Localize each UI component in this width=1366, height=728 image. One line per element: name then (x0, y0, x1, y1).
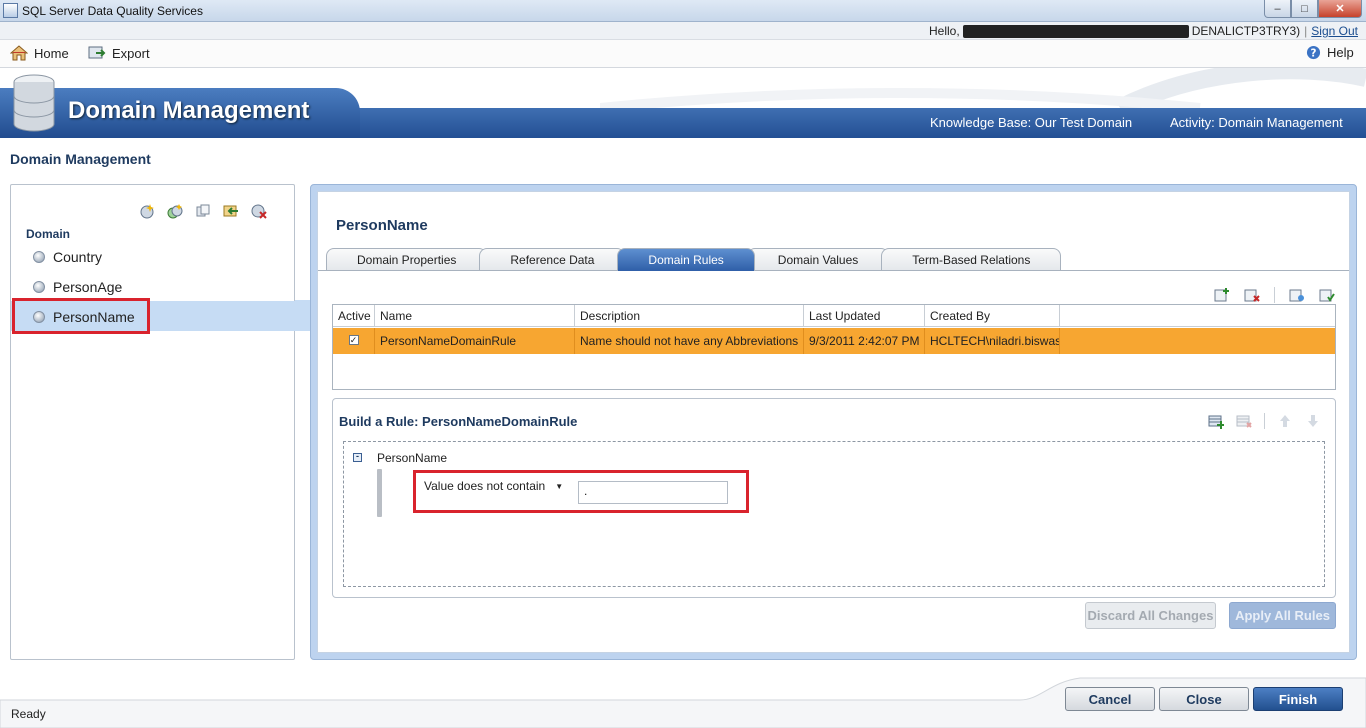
banner-decoration (600, 68, 1366, 108)
active-cell: ✓ (333, 328, 375, 354)
minimize-button[interactable]: – (1264, 0, 1291, 18)
tab-domain-rules[interactable]: Domain Rules (617, 248, 755, 271)
help-button[interactable]: ? Help (1306, 45, 1354, 60)
add-condition-icon[interactable] (1208, 413, 1224, 429)
domain-tools (139, 203, 267, 219)
column-header-last-updated[interactable]: Last Updated (804, 305, 925, 327)
rule-name-cell: PersonNameDomainRule (375, 328, 575, 354)
home-icon (10, 45, 28, 61)
domain-item-personage[interactable]: PersonAge (33, 276, 122, 298)
delete-domain-icon[interactable] (251, 203, 267, 219)
domain-item-label: PersonAge (53, 279, 123, 295)
page-title: Domain Management (10, 151, 151, 167)
export-button[interactable]: Export (88, 45, 150, 61)
svg-text:?: ? (1311, 47, 1317, 59)
main-toolbar: Home Export ? Help (0, 40, 1366, 68)
rule-last-updated-cell: 9/3/2011 2:42:07 PM (804, 328, 925, 354)
tab-domain-values[interactable]: Domain Values (746, 248, 890, 271)
domain-item-country[interactable]: Country (33, 246, 102, 268)
selection-callout (12, 298, 150, 334)
collapse-icon[interactable]: - (353, 452, 362, 462)
column-header-name[interactable]: Name (375, 305, 575, 327)
help-label: Help (1327, 45, 1354, 60)
domain-detail-pane: PersonName Domain Properties Reference D… (310, 184, 1357, 660)
domain-title: PersonName (336, 217, 428, 234)
rule-builder-tools (1208, 413, 1321, 429)
move-down-icon[interactable] (1305, 413, 1321, 429)
test-rule-icon[interactable] (1319, 287, 1335, 303)
rule-builder: Build a Rule: PersonNameDomainRule - Per… (332, 398, 1336, 598)
home-label: Home (34, 45, 69, 61)
separator: | (1304, 24, 1308, 38)
import-domain-icon[interactable] (223, 203, 239, 219)
duplicate-domain-icon[interactable] (195, 203, 211, 219)
column-header-description[interactable]: Description (575, 305, 804, 327)
help-icon: ? (1306, 45, 1321, 59)
add-rule-icon[interactable] (1214, 287, 1230, 303)
activity-banner: Domain Management Knowledge Base: Our Te… (0, 68, 1366, 140)
maximize-button[interactable]: □ (1291, 0, 1318, 18)
discard-all-changes-button[interactable]: Discard All Changes (1085, 602, 1216, 629)
rule-builder-title: Build a Rule: PersonNameDomainRule (339, 414, 578, 429)
app-icon (3, 3, 18, 18)
remove-condition-icon[interactable] (1236, 413, 1252, 429)
domain-list-pane: Domain Country PersonAge PersonName (10, 184, 311, 660)
rules-grid: Active Name Description Last Updated Cre… (332, 304, 1336, 390)
close-window-button[interactable]: ✕ (1318, 0, 1362, 18)
create-domain-icon[interactable] (139, 203, 155, 219)
delete-rule-icon[interactable] (1244, 287, 1260, 303)
tab-term-based-relations[interactable]: Term-Based Relations (881, 248, 1062, 271)
home-button[interactable]: Home (10, 45, 69, 61)
domain-item-label: Country (53, 249, 103, 265)
condition-bar (377, 469, 382, 517)
detail-tabs: Domain Properties Reference Data Domain … (326, 248, 1062, 271)
status-bar: Ready (0, 700, 1366, 728)
export-label: Export (112, 45, 150, 61)
domain-icon (33, 251, 45, 263)
domain-detail-content: PersonName Domain Properties Reference D… (317, 191, 1350, 653)
window-titlebar: SQL Server Data Quality Services – □ ✕ (0, 0, 1366, 22)
window-controls: – □ ✕ (1264, 0, 1362, 18)
tool-separator (1264, 413, 1265, 429)
user-greeting: Hello, DENALICTP3TRY3) | Sign Out (929, 24, 1358, 38)
column-header-created-by[interactable]: Created By (925, 305, 1060, 327)
rule-node-label: PersonName (377, 451, 448, 465)
run-rule-icon[interactable] (1289, 287, 1305, 303)
tab-underline (318, 270, 1349, 271)
apply-all-rules-button[interactable]: Apply All Rules (1229, 602, 1336, 629)
active-checkbox[interactable]: ✓ (348, 335, 359, 345)
rule-created-by-cell: HCLTECH\niladri.biswas (925, 328, 1060, 354)
move-up-icon[interactable] (1277, 413, 1293, 429)
create-composite-domain-icon[interactable] (167, 203, 183, 219)
knowledge-base-label: Knowledge Base: Our Test Domain (930, 115, 1133, 130)
tab-reference-data[interactable]: Reference Data (479, 248, 626, 271)
condition-callout (413, 470, 749, 513)
banner-heading: Domain Management (68, 97, 310, 124)
status-text: Ready (11, 707, 46, 721)
grid-header: Active Name Description Last Updated Cre… (333, 305, 1335, 327)
column-header-active[interactable]: Active (333, 305, 375, 327)
rule-description-cell: Name should not have any Abbreviations (575, 328, 804, 354)
tool-separator (1274, 287, 1275, 303)
user-bar: Hello, DENALICTP3TRY3) | Sign Out (0, 22, 1366, 40)
tab-domain-properties[interactable]: Domain Properties (326, 248, 488, 271)
window-title: SQL Server Data Quality Services (22, 4, 203, 18)
rule-grid-tools (1214, 287, 1335, 303)
redacted-username (962, 24, 1189, 38)
database-icon (13, 74, 55, 132)
rule-canvas: - PersonName Value does not contain ▼ . (343, 441, 1325, 587)
domain-icon (33, 281, 45, 293)
table-row[interactable]: ✓ PersonNameDomainRule Name should not h… (333, 328, 1335, 354)
sign-out-link[interactable]: Sign Out (1311, 24, 1358, 38)
account-suffix: DENALICTP3TRY3) (1191, 24, 1301, 38)
domain-header: Domain (26, 227, 71, 241)
export-icon (88, 46, 106, 59)
activity-label: Activity: Domain Management (1170, 115, 1343, 130)
hello-label: Hello, (929, 24, 960, 38)
